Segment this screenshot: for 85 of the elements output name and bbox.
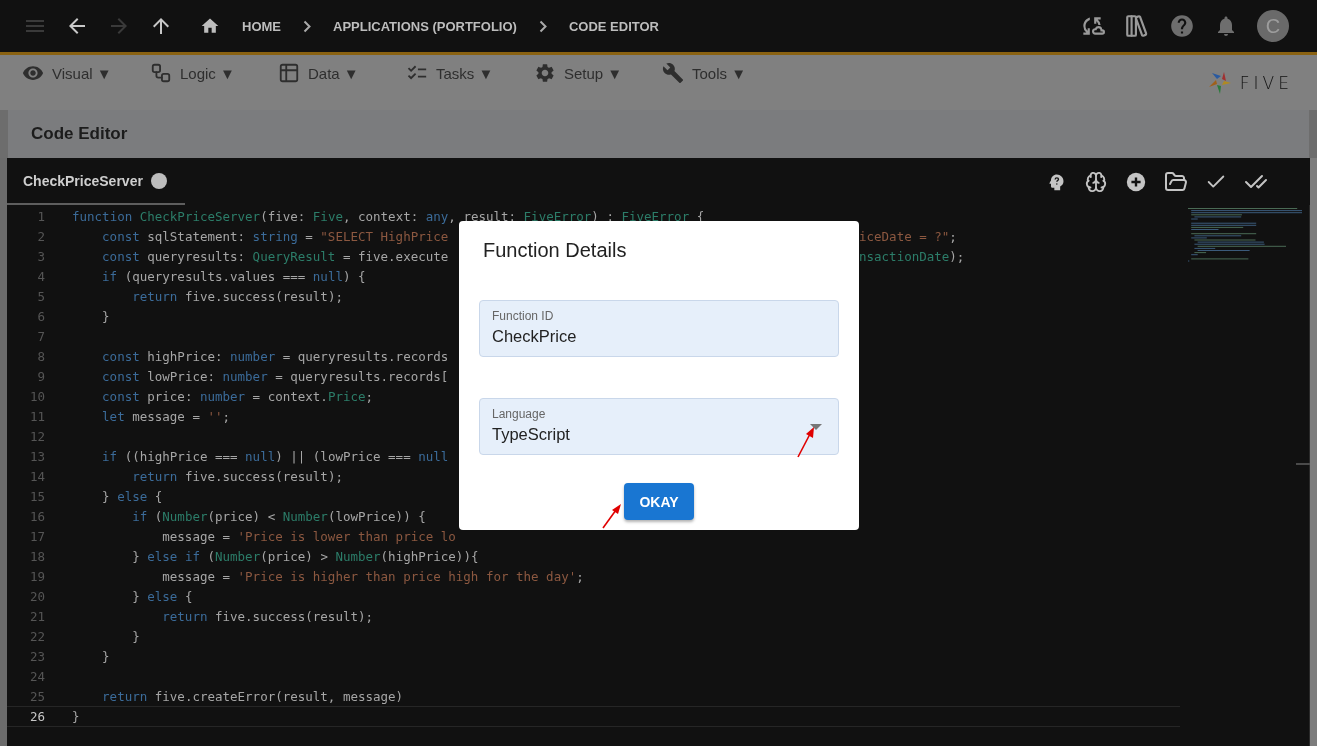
line-number: 2 [36, 229, 45, 244]
annotation-arrow [602, 504, 621, 529]
field-value: TypeScript [492, 425, 570, 444]
menu-item[interactable]: Setup ▼ [534, 56, 662, 90]
line-number: 4 [36, 269, 45, 284]
language-select[interactable]: Language TypeScript [479, 398, 839, 455]
code-line: } else { [132, 589, 193, 604]
line-number: 16 [28, 509, 45, 524]
field-label: Language [492, 407, 546, 421]
code-line: } [102, 649, 110, 664]
code-line: if ((highPrice === null) || (lowPrice === null [102, 449, 449, 464]
line-number: 7 [36, 329, 45, 344]
menu-item[interactable]: Visual ▼ [22, 56, 150, 90]
code-line: const highPrice: number = queryresults.records [102, 349, 449, 364]
line-number: 23 [28, 649, 45, 664]
code-line: return five.success(result); [132, 289, 343, 304]
code-line: } else if (Number(price) > Number(highPrice)){ [132, 549, 479, 564]
code-line: } [132, 629, 140, 644]
menu-item[interactable]: Data ▼ [278, 56, 406, 90]
line-number: 6 [36, 309, 45, 324]
chevron-right-icon [538, 19, 547, 33]
wrench-icon [662, 62, 684, 84]
code-line: const sqlStatement: string = "SELECT HighPrice [102, 229, 449, 244]
folder-button[interactable] [1164, 169, 1188, 194]
line-number: 24 [28, 669, 45, 684]
books-icon[interactable] [1124, 13, 1150, 39]
okay-button[interactable]: OKAY [624, 483, 694, 520]
line-number: 9 [36, 369, 45, 384]
menu-item[interactable]: Tasks ▼ [406, 56, 534, 90]
code-line: iceDate = ?"; [859, 229, 957, 244]
field-label: Function ID [492, 309, 554, 323]
code-line: message = 'Price is lower than price lo [162, 529, 456, 544]
breadcrumb-link[interactable]: CODE EDITOR [568, 18, 659, 34]
code-line: message = 'Price is higher than price high for the day'; [162, 569, 584, 584]
line-number: 15 [28, 489, 45, 504]
workflow-icon [150, 62, 172, 84]
caret-icon [810, 424, 822, 430]
code-line: } [72, 709, 80, 724]
help-icon[interactable] [1169, 13, 1195, 39]
home-icon [200, 16, 220, 36]
line-number: 26 [28, 709, 45, 724]
page-title: Code Editor [31, 124, 128, 144]
table-icon [278, 62, 300, 84]
line-number: 25 [28, 689, 45, 704]
input-field[interactable]: Function ID CheckPrice [479, 300, 839, 357]
code-line: if (queryresults.values === null) { [102, 269, 366, 284]
line-number: 5 [36, 289, 45, 304]
breadcrumb-link[interactable]: HOME [242, 18, 281, 34]
code-line: const lowPrice: number = queryresults.records[ [102, 369, 449, 384]
scrollbar-thumb[interactable] [1296, 463, 1310, 465]
editor-tab[interactable]: CheckPriceServer [7, 158, 185, 205]
code-line: return five.createError(result, message) [102, 689, 404, 704]
line-number: 3 [36, 249, 45, 264]
logo-text: FIVE [1239, 72, 1293, 93]
line-number: 12 [28, 429, 45, 444]
line-number: 1 [36, 209, 45, 224]
brain-button[interactable] [1084, 169, 1108, 194]
code-line: const queryresults: QueryResult = five.execute [102, 249, 449, 264]
code-line: return five.success(result); [162, 609, 374, 624]
field-value: CheckPrice [492, 327, 577, 346]
code-line: const price: number = context.Price; [102, 389, 374, 404]
annotation-arrow [797, 427, 814, 458]
menu-item[interactable]: Logic ▼ [150, 56, 278, 90]
line-number: 18 [28, 549, 45, 564]
line-number: 13 [28, 449, 45, 464]
line-number: 14 [28, 469, 45, 484]
menu-item[interactable]: Tools ▼ [662, 56, 790, 90]
settings-icon [534, 62, 556, 84]
code-line: if (Number(price) < Number(lowPrice)) { [132, 509, 426, 524]
line-number: 11 [28, 409, 45, 424]
code-line: nsactionDate); [859, 249, 965, 264]
code-line: } else { [102, 489, 163, 504]
line-number: 20 [28, 589, 45, 604]
chevron-right-icon [303, 19, 311, 33]
code-line: } [102, 309, 110, 324]
dialog-title: Function Details [483, 239, 628, 262]
line-number: 19 [28, 569, 45, 584]
line-number: 10 [28, 389, 45, 404]
line-number: 22 [28, 629, 45, 644]
line-number: 17 [28, 529, 45, 544]
line-number: 21 [28, 609, 45, 624]
breadcrumb-link[interactable]: APPLICATIONS (PORTFOLIO) [333, 18, 517, 34]
code-line: let message = ''; [102, 409, 231, 424]
code-line: return five.success(result); [132, 469, 343, 484]
line-number: 8 [36, 349, 45, 364]
